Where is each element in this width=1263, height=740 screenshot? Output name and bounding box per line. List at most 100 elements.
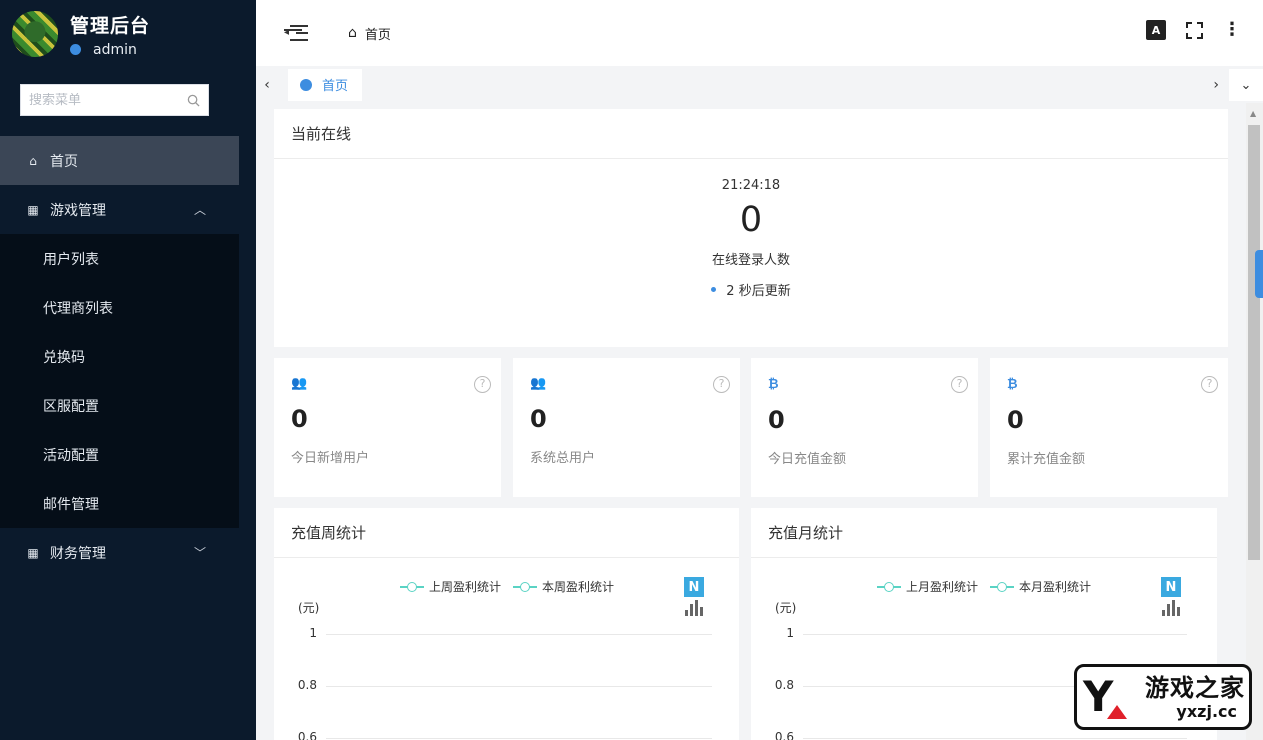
scroll-right-icon[interactable]: › [1213,77,1219,93]
watermark-url: yxzj.cc [1176,701,1237,721]
y-tick: 0.8 [297,678,317,692]
gridline [326,738,712,739]
sidebar-item-label: 代理商列表 [43,300,113,317]
help-icon[interactable]: ? [474,376,491,393]
chart-legend: 上周盈利统计 本周盈利统计 [400,578,614,595]
grid-icon: ▦ [27,202,39,217]
sidebar-item-server-config[interactable]: 区服配置 [0,381,239,430]
breadcrumb-item[interactable]: 首页 [365,24,391,43]
brand: 管理后台 admin [0,0,256,68]
sidebar-item-label: 兑换码 [43,349,85,366]
menu-search [20,84,209,116]
gridline [803,634,1187,635]
stat-value: 0 [291,405,308,433]
bitcoin-icon: ₿ [768,377,779,392]
tab-dropdown-icon[interactable]: ⌄ [1229,69,1263,101]
chevron-down-icon: ﹀ [193,546,206,560]
sidebar-item-label: 首页 [50,153,78,170]
sidebar-item-label: 区服配置 [43,398,99,415]
watermark-name: 游戏之家 [1145,673,1245,702]
y-axis-unit: (元) [775,601,797,615]
stat-card-today-recharge: ₿ ? 0 今日充值金额 [751,358,978,497]
stat-card-total-recharge: ₿ ? 0 累计充值金额 [990,358,1228,497]
legend-item[interactable]: 上周盈利统计 [400,578,501,595]
stat-label: 今日新增用户 [291,451,370,466]
bitcoin-icon: ₿ [1007,377,1018,392]
sidebar-item-label: 活动配置 [43,447,99,464]
scrollbar-thumb[interactable] [1248,125,1260,560]
sidebar-item-event-config[interactable]: 活动配置 [0,430,239,479]
tab-home[interactable]: 首页 [288,68,363,101]
scroll-left-icon[interactable]: ‹ [256,77,278,93]
sidebar-item-redeem-code[interactable]: 兑换码 [0,332,239,381]
y-axis-unit: (元) [298,601,320,615]
users-icon: 👥 [530,376,547,391]
card-title: 充值月统计 [751,508,1217,558]
main-scrollbar[interactable]: ▲ [1246,103,1263,740]
online-count: 0 [739,200,763,240]
search-icon[interactable] [187,94,200,107]
refresh-text: 2 秒后更新 [726,284,791,299]
online-count-label: 在线登录人数 [711,253,790,268]
scroll-up-icon[interactable]: ▲ [1250,109,1256,118]
legend-item[interactable]: 本周盈利统计 [513,578,614,595]
online-status-icon [70,44,81,55]
sidebar-scrollbar[interactable] [239,0,256,740]
tab-label: 首页 [322,79,349,94]
sidebar-item-home[interactable]: ⌂ 首页 [0,136,239,185]
help-icon[interactable]: ? [1201,376,1218,393]
sidebar-item-label: 用户列表 [43,251,99,268]
sidebar-menu: ⌂ 首页 ▦ 游戏管理 ︿ 用户列表 代理商列表 兑换码 区服配置 活动配置 邮… [0,136,256,577]
bar-chart-icon[interactable] [684,598,704,616]
stat-value: 0 [1007,406,1024,434]
chart-legend: 上月盈利统计 本月盈利统计 [877,578,1091,595]
help-icon[interactable]: ? [951,376,968,393]
line-chart-icon[interactable]: N [1161,577,1181,597]
sidebar-item-label: 邮件管理 [43,496,99,513]
y-tick: 1 [786,626,794,640]
stat-label: 今日充值金额 [768,452,847,467]
gridline [326,634,712,635]
online-card: 当前在线 21:24:18 0 在线登录人数 2 秒后更新 [274,109,1228,347]
legend-item[interactable]: 本月盈利统计 [990,578,1091,595]
active-tab-icon [300,78,312,91]
y-tick: 0.6 [774,730,794,740]
sidebar: 管理后台 admin ⌂ 首页 ▦ 游戏管理 ︿ 用户列表 代理商列表 兑换码 … [0,0,256,740]
app-logo [10,9,60,59]
y-tick: 1 [309,626,317,640]
language-icon[interactable]: A [1146,20,1166,40]
stat-label: 系统总用户 [530,451,596,466]
watermark-mark-icon: Y [1083,669,1141,725]
home-icon: ⌂ [29,153,37,168]
sidebar-item-agent-list[interactable]: 代理商列表 [0,283,239,332]
menu-search-input[interactable] [29,92,187,108]
card-title: 当前在线 [274,109,1228,159]
line-chart-icon[interactable]: N [684,577,704,597]
more-options-icon[interactable]: ⋮ [1223,21,1241,39]
game-submenu: 用户列表 代理商列表 兑换码 区服配置 活动配置 邮件管理 [0,234,239,528]
fullscreen-icon[interactable] [1186,21,1203,39]
home-icon: ⌂ [348,25,357,41]
sidebar-item-label: 游戏管理 [50,202,106,219]
refresh-status: 2 秒后更新 [274,280,1228,299]
stat-label: 累计充值金额 [1007,452,1086,467]
side-handle[interactable] [1255,250,1263,298]
app-title: 管理后台 [70,14,151,37]
sidebar-item-finance-management[interactable]: ▦ 财务管理 ﹀ [0,528,256,577]
bar-chart-icon[interactable] [1161,598,1181,616]
y-tick: 0.6 [297,730,317,740]
help-icon[interactable]: ? [713,376,730,393]
sidebar-item-game-management[interactable]: ▦ 游戏管理 ︿ [0,185,256,234]
grid-icon: ▦ [27,545,39,560]
collapse-menu-icon[interactable]: ◂ [284,23,308,43]
sidebar-item-user-list[interactable]: 用户列表 [0,234,239,283]
gridline [326,686,712,687]
stat-card-total-users: 👥 ? 0 系统总用户 [513,358,740,497]
user-status: admin [70,42,150,58]
y-tick: 0.8 [774,678,794,692]
legend-item[interactable]: 上月盈利统计 [877,578,978,595]
card-title: 充值周统计 [274,508,739,558]
top-bar: ◂ ⌂ 首页 A ⋮ [256,0,1263,66]
sidebar-item-mail-management[interactable]: 邮件管理 [0,479,239,528]
sidebar-item-label: 财务管理 [50,545,106,562]
